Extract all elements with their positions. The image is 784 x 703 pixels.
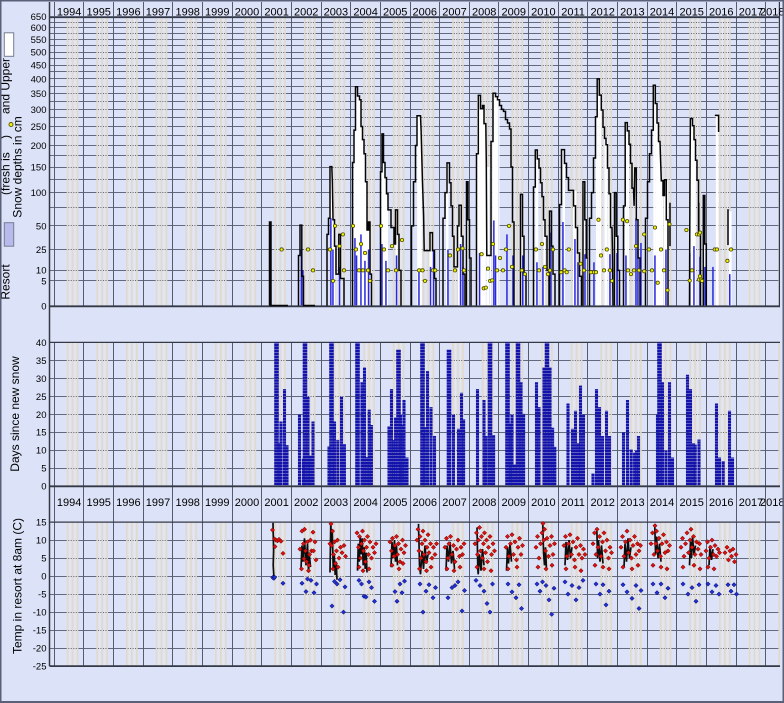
svg-text:1999: 1999 <box>205 497 229 509</box>
svg-text:2005: 2005 <box>383 6 407 18</box>
svg-text:5: 5 <box>41 554 46 565</box>
svg-text:250: 250 <box>31 122 47 133</box>
svg-text:2006: 2006 <box>413 497 437 509</box>
svg-text:2003: 2003 <box>324 6 348 18</box>
svg-text:10: 10 <box>36 266 47 277</box>
svg-text:1996: 1996 <box>116 497 140 509</box>
svg-text:2008: 2008 <box>472 497 496 509</box>
svg-text:2009: 2009 <box>502 497 526 509</box>
svg-text:2001: 2001 <box>264 6 288 18</box>
svg-text:1997: 1997 <box>146 6 170 18</box>
svg-text:500: 500 <box>31 48 47 59</box>
svg-text:2015: 2015 <box>679 497 703 509</box>
svg-text:10: 10 <box>36 536 47 547</box>
svg-text:1995: 1995 <box>86 6 110 18</box>
svg-text:2001: 2001 <box>264 497 288 509</box>
svg-text:1998: 1998 <box>175 497 199 509</box>
svg-text:2007: 2007 <box>442 6 466 18</box>
svg-text:550: 550 <box>31 35 47 46</box>
svg-text:2014: 2014 <box>650 497 674 509</box>
svg-text:50: 50 <box>36 221 47 232</box>
svg-text:-20: -20 <box>33 644 47 655</box>
svg-text:600: 600 <box>31 23 47 34</box>
svg-text:-5: -5 <box>38 590 46 601</box>
svg-text:2015: 2015 <box>679 6 703 18</box>
svg-text:2012: 2012 <box>590 6 614 18</box>
svg-text:350: 350 <box>31 89 47 100</box>
svg-text:Temp in resort at 8am (C): Temp in resort at 8am (C) <box>11 518 25 654</box>
svg-text:450: 450 <box>31 61 47 72</box>
svg-text:2011: 2011 <box>561 6 585 18</box>
svg-text:100: 100 <box>31 188 47 199</box>
svg-text:2005: 2005 <box>383 497 407 509</box>
svg-text:0: 0 <box>41 482 46 493</box>
svg-text:15: 15 <box>36 518 47 529</box>
svg-text:2013: 2013 <box>620 6 644 18</box>
svg-text:20: 20 <box>36 410 47 421</box>
svg-text:2006: 2006 <box>413 6 437 18</box>
svg-text:1997: 1997 <box>146 497 170 509</box>
svg-text:2002: 2002 <box>294 6 318 18</box>
svg-text:2007: 2007 <box>442 497 466 509</box>
svg-text:0: 0 <box>41 302 46 313</box>
svg-text:2009: 2009 <box>502 6 526 18</box>
svg-text:-15: -15 <box>33 626 47 637</box>
svg-text:0: 0 <box>41 572 46 583</box>
svg-text:150: 150 <box>31 162 47 173</box>
svg-text:1995: 1995 <box>86 497 110 509</box>
svg-text:30: 30 <box>36 374 47 385</box>
svg-text:1994: 1994 <box>57 497 81 509</box>
svg-text:and Upper: and Upper <box>0 58 13 114</box>
svg-text:5: 5 <box>41 464 46 475</box>
svg-text:2000: 2000 <box>235 497 259 509</box>
svg-text:Snow depths in cm: Snow depths in cm <box>11 116 25 217</box>
svg-text:2012: 2012 <box>590 497 614 509</box>
svg-text:200: 200 <box>31 141 47 152</box>
svg-text:1998: 1998 <box>175 6 199 18</box>
svg-text:40: 40 <box>36 338 47 349</box>
svg-text:2014: 2014 <box>650 6 674 18</box>
svg-text:5: 5 <box>41 276 46 287</box>
svg-text:2013: 2013 <box>620 497 644 509</box>
svg-text:1999: 1999 <box>205 6 229 18</box>
svg-text:300: 300 <box>31 105 47 116</box>
svg-text:2016: 2016 <box>709 497 733 509</box>
svg-text:-25: -25 <box>33 662 47 673</box>
svg-text:25: 25 <box>36 392 47 403</box>
svg-text:-10: -10 <box>33 608 47 619</box>
svg-text:2010: 2010 <box>531 497 555 509</box>
svg-text:2004: 2004 <box>353 497 377 509</box>
svg-text:2000: 2000 <box>235 6 259 18</box>
svg-text:2002: 2002 <box>294 497 318 509</box>
svg-text:15: 15 <box>36 428 47 439</box>
svg-text:1996: 1996 <box>116 6 140 18</box>
svg-text:400: 400 <box>31 74 47 85</box>
svg-text:2016: 2016 <box>709 6 733 18</box>
svg-text:2004: 2004 <box>353 6 377 18</box>
svg-text:25: 25 <box>36 245 47 256</box>
svg-text:650: 650 <box>31 12 47 23</box>
svg-text:Resort: Resort <box>0 264 13 300</box>
svg-text:2011: 2011 <box>561 497 585 509</box>
svg-text:10: 10 <box>36 446 47 457</box>
svg-text:2018: 2018 <box>760 497 784 509</box>
svg-text:2018: 2018 <box>760 6 784 18</box>
svg-text:2003: 2003 <box>324 497 348 509</box>
svg-text:2010: 2010 <box>531 6 555 18</box>
svg-text:35: 35 <box>36 356 47 367</box>
svg-text:Days since new snow: Days since new snow <box>8 356 22 472</box>
svg-text:2008: 2008 <box>472 6 496 18</box>
svg-text:1994: 1994 <box>57 6 81 18</box>
